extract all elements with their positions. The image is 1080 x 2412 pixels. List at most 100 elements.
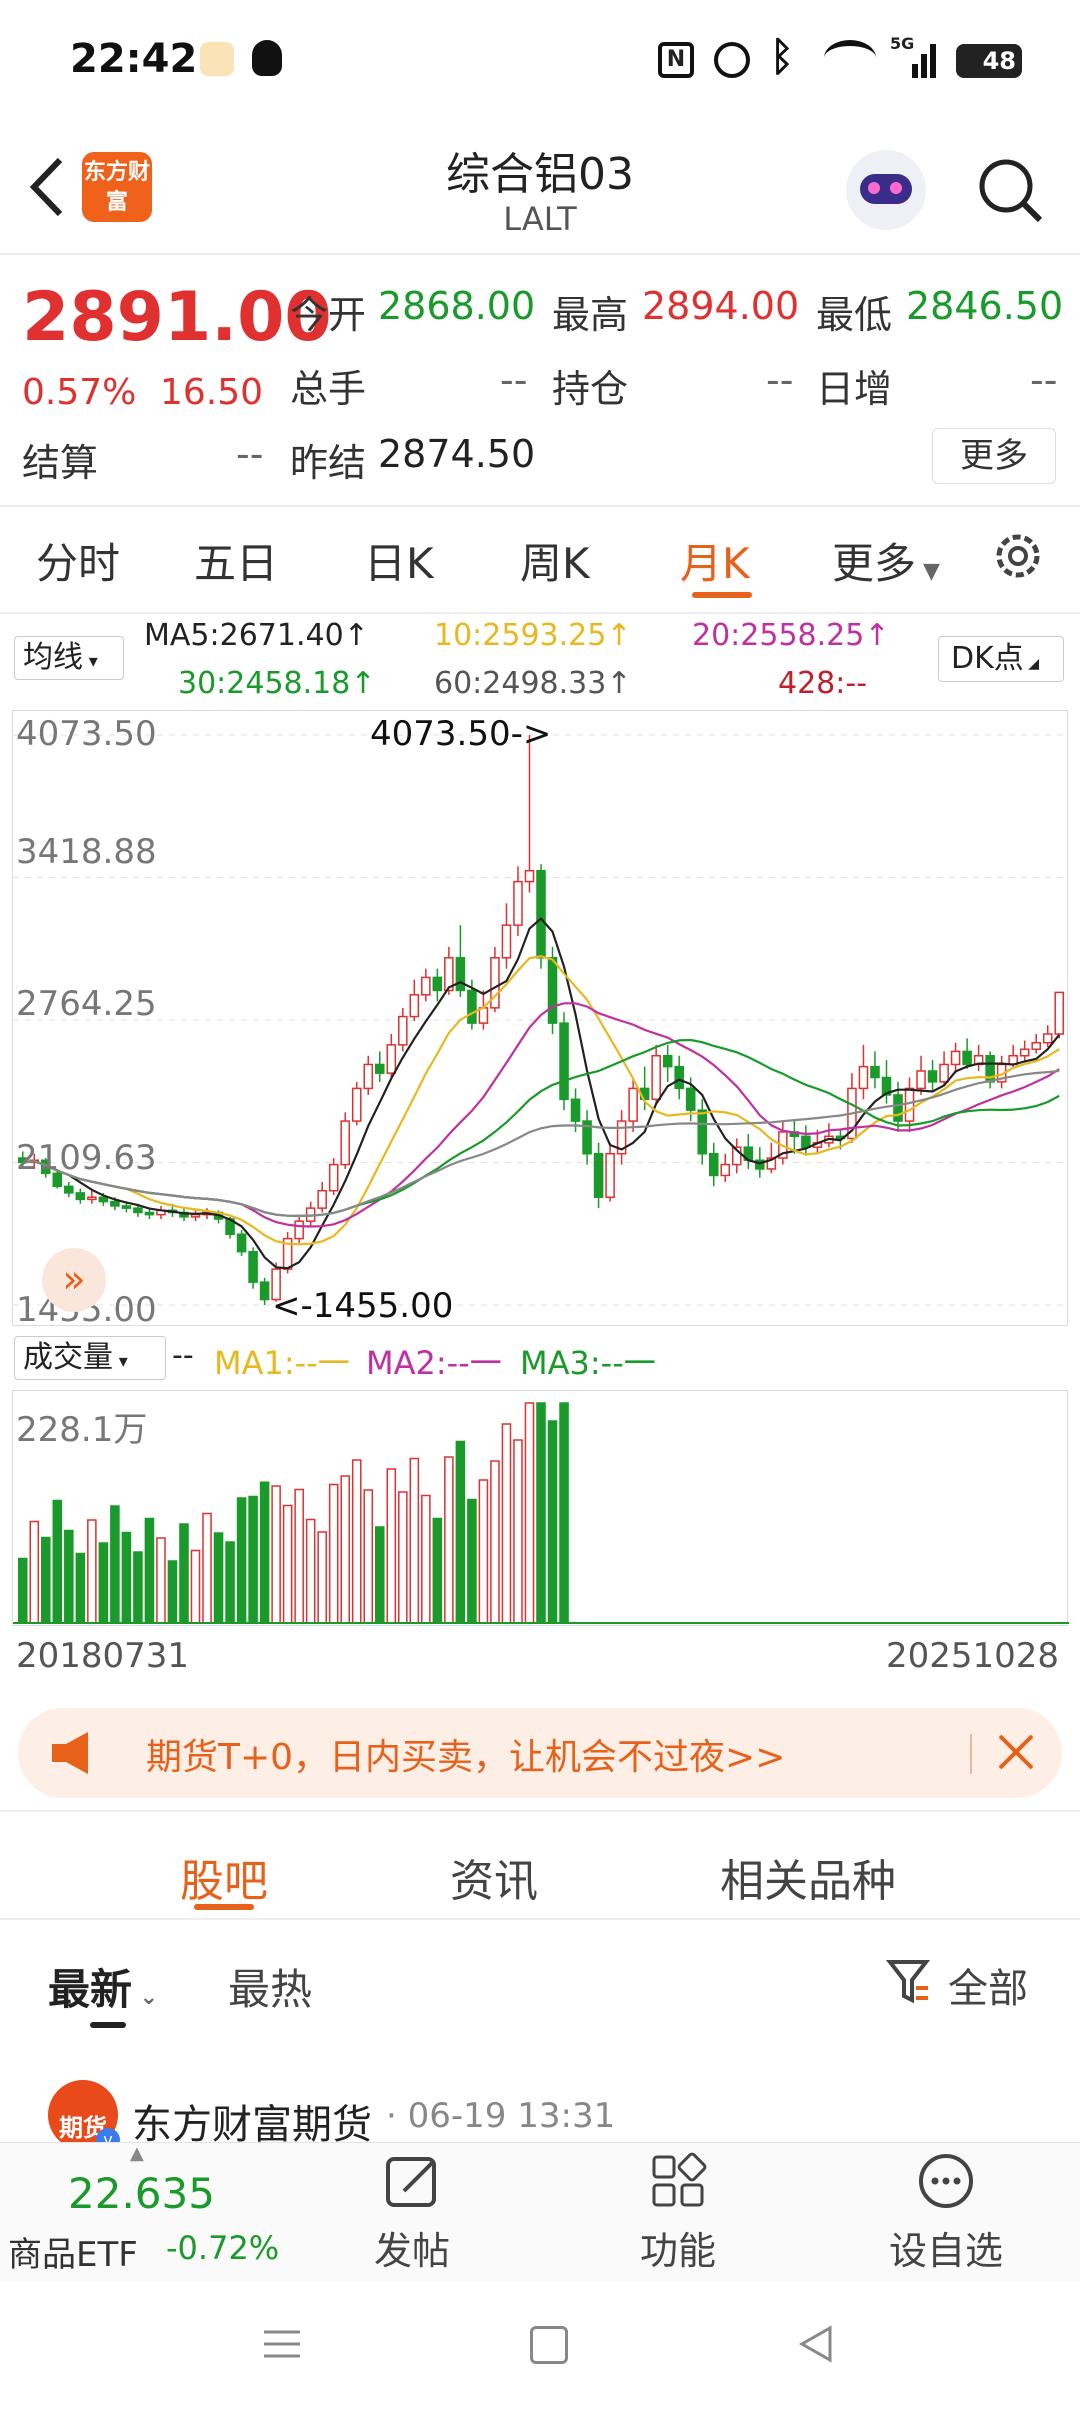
feed-tab-hot[interactable]: 最热	[228, 1956, 312, 2017]
expand-chart-button[interactable]: »	[42, 1248, 106, 1312]
candle	[513, 880, 523, 926]
volume-bar	[432, 1517, 443, 1624]
high-annotation: 4073.50->	[370, 714, 552, 754]
candle	[398, 1015, 408, 1046]
tab-five-day[interactable]: 五日	[194, 530, 278, 591]
back-nav-button[interactable]	[796, 2324, 836, 2364]
volume-bar	[179, 1523, 189, 1624]
candle	[801, 1135, 811, 1148]
volume-bar	[64, 1529, 74, 1624]
feed-tab-latest-label: 最新	[48, 1965, 133, 2014]
open-value: 2868.00	[378, 284, 536, 328]
candle	[628, 1087, 638, 1122]
tab-forum[interactable]: 股吧	[180, 1845, 268, 1909]
volume-bar	[259, 1481, 270, 1624]
feed-tab-latest[interactable]: 最新 ⌄	[48, 1956, 158, 2017]
banner-divider	[970, 1734, 972, 1774]
dk-button[interactable]: DK点 ◢	[938, 636, 1064, 682]
divider	[0, 505, 1080, 507]
status-bar: 22:42 N ᛒ 5G 48	[0, 0, 1080, 120]
ma-selector[interactable]: 均线 ▾	[14, 636, 124, 680]
volume-bar	[110, 1505, 120, 1624]
instrument-title: 综合铝03	[446, 149, 634, 200]
filter-icon	[886, 1960, 930, 2004]
candle	[893, 1094, 903, 1122]
y-axis-tick: 2109.63	[16, 1138, 157, 1178]
post-button[interactable]: 发帖	[352, 2151, 472, 2275]
post-button-label: 发帖	[373, 2229, 450, 2273]
home-nav-button[interactable]	[530, 2326, 568, 2364]
kline-chart[interactable]	[12, 710, 1069, 1326]
daily-increase-value: --	[1030, 358, 1058, 402]
more-quote-button[interactable]: 更多	[932, 428, 1056, 484]
divider	[0, 1918, 1080, 1920]
volume-bar	[248, 1495, 258, 1624]
promo-banner[interactable]: 期货T+0，日内买卖，让机会不过夜>>	[18, 1708, 1062, 1798]
vol-ma1: MA1:--一	[214, 1344, 350, 1382]
close-banner-button[interactable]	[986, 1722, 1046, 1782]
tab-monthly-k[interactable]: 月K	[680, 530, 750, 591]
change-percent: 0.57%	[22, 372, 137, 413]
candle	[328, 1163, 339, 1192]
candle	[248, 1250, 258, 1283]
candle	[87, 1196, 97, 1201]
volume-bar	[294, 1488, 304, 1624]
bottom-toolbar: ▲ 22.635 商品ETF -0.72% 发帖 功能 设自选	[0, 2142, 1080, 2282]
candle	[64, 1185, 74, 1194]
volume-bar	[421, 1494, 431, 1624]
ma10-line	[22, 955, 1060, 1246]
tab-daily-k[interactable]: 日K	[364, 530, 434, 591]
settlement-label: 结算	[22, 441, 99, 485]
candle	[547, 957, 558, 1024]
add-watchlist-label: 设自选	[888, 2229, 1003, 2273]
settings-button[interactable]	[988, 526, 1048, 586]
volume-bar	[317, 1531, 327, 1624]
back-triangle-icon	[798, 2325, 832, 2363]
candle	[651, 1055, 661, 1101]
volume-bar	[340, 1475, 351, 1624]
filter-button[interactable]: 全部	[886, 1952, 1036, 2012]
volume-bar	[501, 1423, 512, 1624]
volume-bar	[121, 1531, 132, 1624]
candle	[674, 1065, 684, 1090]
volume-bar	[536, 1402, 546, 1624]
etf-name[interactable]: 商品ETF	[8, 2227, 138, 2276]
ma20-line	[22, 1002, 1060, 1228]
qq-icon	[252, 40, 282, 76]
add-watchlist-button[interactable]: 设自选	[876, 2151, 1016, 2275]
prev-settlement-value: 2874.50	[378, 432, 536, 476]
volume-bar	[156, 1537, 166, 1624]
prev-settlement-label: 昨结	[290, 441, 367, 485]
y-axis-tick: 2764.25	[16, 984, 157, 1024]
volume-bar	[75, 1552, 86, 1624]
volume-bar	[351, 1459, 362, 1624]
tab-news[interactable]: 资讯	[450, 1845, 538, 1909]
volume-chart[interactable]	[12, 1390, 1069, 1626]
system-nav-bar	[0, 2282, 1080, 2412]
last-price: 2891.00	[22, 278, 332, 357]
functions-button[interactable]: 功能	[618, 2151, 738, 2275]
banner-text: 期货T+0，日内买卖，让机会不过夜>>	[146, 1737, 786, 1778]
tab-intraday[interactable]: 分时	[36, 530, 120, 591]
menu-icon	[264, 2330, 300, 2358]
candle	[697, 1109, 708, 1155]
candle	[363, 1063, 374, 1090]
wifi-icon	[824, 40, 876, 76]
volume-bar	[374, 1526, 385, 1624]
tab-related[interactable]: 相关品种	[720, 1845, 896, 1909]
volume-bar	[363, 1489, 374, 1624]
tab-weekly-k[interactable]: 周K	[520, 530, 590, 591]
chevron-down-icon: ⌄	[132, 1985, 159, 2010]
candle	[98, 1196, 109, 1203]
change-amount: 16.50	[160, 372, 264, 413]
volume-bar	[386, 1468, 397, 1624]
volume-bar	[409, 1457, 420, 1624]
open-interest-value: --	[766, 358, 794, 402]
volume-selector-label: 成交量	[23, 1340, 113, 1375]
etf-price[interactable]: 22.635	[68, 2169, 215, 2218]
volume-selector[interactable]: 成交量 ▾	[14, 1336, 166, 1380]
instrument-code: LALT	[503, 200, 577, 238]
kline-svg	[13, 734, 1069, 1306]
tab-more[interactable]: 更多 ▼	[832, 530, 940, 591]
menu-nav-button[interactable]	[262, 2326, 302, 2362]
